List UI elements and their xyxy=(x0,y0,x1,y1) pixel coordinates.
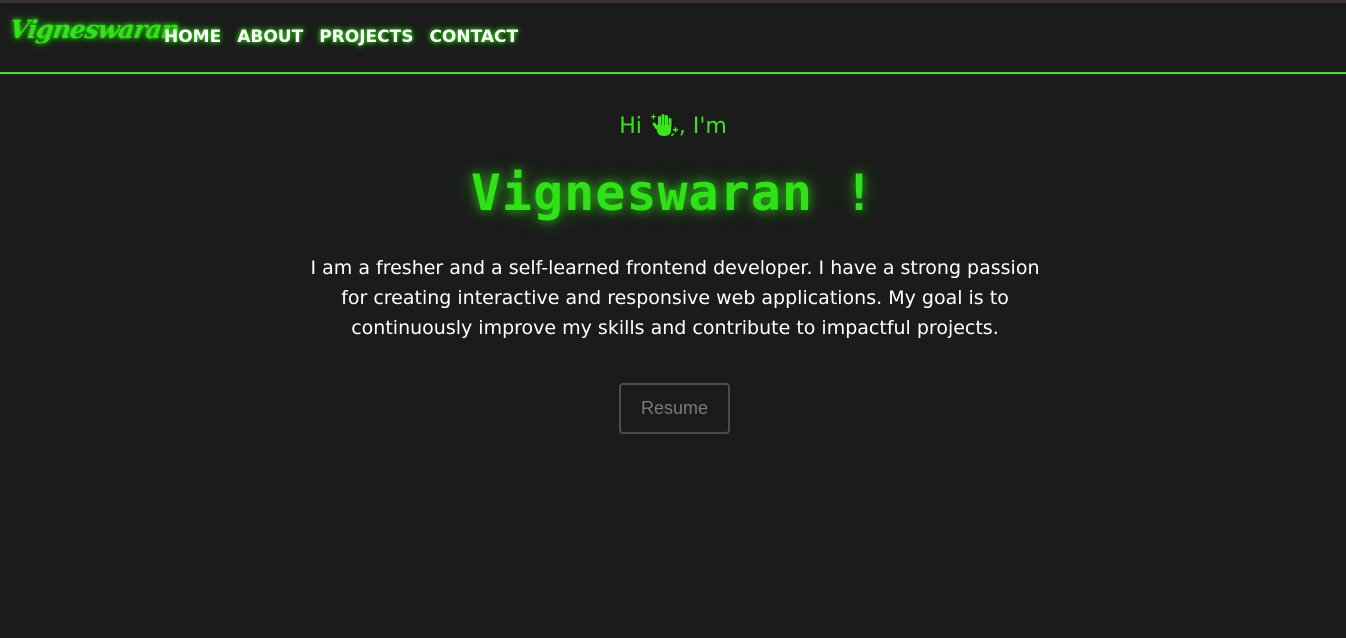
nav-link-projects[interactable]: PROJECTS xyxy=(319,27,413,47)
waving-hand-icon xyxy=(649,112,679,138)
hero-name: Vigneswaran ! xyxy=(470,164,876,222)
nav-link-contact[interactable]: CONTACT xyxy=(429,27,518,47)
nav-link-about[interactable]: ABOUT xyxy=(237,27,303,47)
intro-paragraph: I am a fresher and a self-learned fronte… xyxy=(310,257,1040,339)
brand-logo[interactable]: Vigneswaran xyxy=(8,15,180,44)
nav-links: HOME ABOUT PROJECTS CONTACT xyxy=(164,27,518,47)
resume-button[interactable]: Resume xyxy=(619,383,730,434)
nav-link-home[interactable]: HOME xyxy=(164,27,221,47)
greeting-suffix: , I'm xyxy=(678,114,727,139)
navbar: Vigneswaran HOME ABOUT PROJECTS CONTACT xyxy=(0,3,1346,74)
hero-greeting: Hi , I'm xyxy=(0,112,1346,139)
greeting-prefix: Hi xyxy=(619,114,642,139)
